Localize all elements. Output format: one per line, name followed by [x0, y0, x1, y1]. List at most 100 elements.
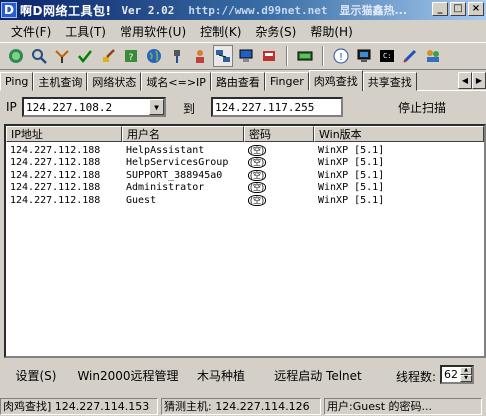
list-item[interactable]: 124.227.112.188 Guest (空) WinXP [5.1] [6, 194, 484, 207]
list-header: IP地址 用户名 密码 Win版本 [6, 126, 484, 142]
column-header-win-version[interactable]: Win版本 [314, 126, 484, 142]
svg-text:C:: C: [383, 52, 391, 60]
tab-strip: Ping 主机查询 网络状态 域名<=>IP 路由查看 Finger 肉鸡查找 … [0, 70, 486, 91]
check-icon[interactable] [75, 45, 95, 67]
toolbar-separator [286, 46, 288, 66]
earth-icon[interactable] [144, 45, 164, 67]
row-user: SUPPORT_388945a0 [126, 169, 223, 181]
ip-from-value: 124.227.108.2 [26, 100, 113, 114]
menu-misc[interactable]: 杂务(S) [248, 23, 303, 40]
status-panel-task: 肉鸡查找] 124.227.114.153 [0, 397, 158, 415]
stop-scan-button[interactable]: 停止扫描 [376, 96, 468, 118]
tab-scroll-left-button[interactable]: ◀ [458, 72, 472, 89]
title-bar[interactable]: D 啊D网络工具包! Ver 2.02 http://www.d99net.ne… [0, 0, 486, 20]
status-bar: 肉鸡查找] 124.227.114.153 猜测主机: 124.227.114.… [0, 396, 486, 416]
row-win: WinXP [5.1] [318, 144, 385, 156]
globe-icon[interactable] [6, 45, 26, 67]
svg-text:!: ! [339, 52, 343, 63]
settings-icon[interactable] [295, 45, 315, 67]
antenna-icon[interactable] [52, 45, 72, 67]
ticker-text: 显示猫鑫热... [339, 4, 408, 17]
brush-icon[interactable] [98, 45, 118, 67]
toolbar-separator [322, 46, 324, 66]
row-password: (空) [248, 182, 266, 194]
ip-range-row: IP 124.227.108.2 ▼ 到 124.227.117.255 停止扫… [0, 96, 486, 118]
row-win: WinXP [5.1] [318, 157, 385, 169]
menu-control[interactable]: 控制(K) [193, 23, 248, 40]
row-win: WinXP [5.1] [318, 194, 385, 206]
row-win: WinXP [5.1] [318, 182, 385, 194]
minimize-button[interactable]: _ [432, 2, 448, 16]
toolbar: ? ! C: [0, 42, 486, 70]
version-label: Ver 2.02 [121, 3, 175, 17]
menu-help[interactable]: 帮助(H) [303, 23, 359, 40]
trojan-plant-button[interactable]: 木马种植 [190, 364, 252, 386]
threads-value: 62 [444, 368, 458, 381]
maximize-button[interactable]: □ [450, 2, 466, 16]
tab-ping[interactable]: Ping [0, 72, 34, 91]
row-user: Administrator [126, 182, 205, 194]
chevron-down-icon[interactable]: ▼ [149, 99, 164, 115]
ip-to-field[interactable]: 124.227.117.255 [211, 97, 343, 117]
menu-bar: 文件(F) 工具(T) 常用软件(U) 控制(K) 杂务(S) 帮助(H) [0, 20, 486, 42]
console-icon[interactable]: C: [377, 45, 397, 67]
row-ip: 124.227.112.188 [10, 194, 101, 206]
remote-telnet-button[interactable]: 远程启动 Telnet [262, 364, 374, 386]
spin-up-icon[interactable]: ▲ [460, 367, 472, 375]
list-item[interactable]: 124.227.112.188 HelpServicesGroup (空) Wi… [6, 157, 484, 170]
row-password: (空) [248, 169, 266, 181]
row-password: (空) [248, 144, 266, 156]
menu-tools[interactable]: 工具(T) [58, 23, 113, 40]
row-ip: 124.227.112.188 [10, 182, 101, 194]
svg-text:?: ? [129, 53, 134, 63]
column-header-ip[interactable]: IP地址 [6, 126, 122, 142]
group-icon[interactable] [423, 45, 443, 67]
network-scan-icon[interactable] [213, 45, 233, 67]
help-book-icon[interactable]: ? [121, 45, 141, 67]
menu-file[interactable]: 文件(F) [4, 23, 58, 40]
network-cable-icon[interactable] [167, 45, 187, 67]
tab-host-query[interactable]: 主机查询 [33, 72, 88, 91]
win2000-remote-button[interactable]: Win2000远程管理 [76, 364, 180, 386]
ip-from-combobox[interactable]: 124.227.108.2 ▼ [22, 97, 166, 117]
tab-share-search[interactable]: 共享查找 [362, 72, 417, 91]
column-header-password[interactable]: 密码 [244, 126, 314, 142]
terminal-icon[interactable] [259, 45, 279, 67]
website-url: http://www.d99net.net [188, 3, 328, 17]
pen-icon[interactable] [400, 45, 420, 67]
row-password: (空) [248, 194, 266, 206]
threads-label: 线程数: [396, 370, 437, 384]
close-button[interactable]: × [468, 2, 484, 16]
ip-label: IP [6, 100, 17, 114]
list-item[interactable]: 124.227.112.188 SUPPORT_388945a0 (空) Win… [6, 169, 484, 182]
info-icon[interactable]: ! [331, 45, 351, 67]
tab-scroll-right-button[interactable]: ▶ [472, 72, 486, 89]
row-win: WinXP [5.1] [318, 169, 385, 181]
row-password: (空) [248, 157, 266, 169]
tab-broiler-search[interactable]: 肉鸡查找 [308, 70, 363, 91]
list-item[interactable]: 124.227.112.188 Administrator (空) WinXP … [6, 182, 484, 195]
computer-icon[interactable] [236, 45, 256, 67]
action-button-row: 设置(S) Win2000远程管理 木马种植 远程启动 Telnet 线程数: … [0, 362, 486, 386]
tab-network-status[interactable]: 网络状态 [87, 72, 142, 91]
menu-common-software[interactable]: 常用软件(U) [113, 23, 193, 40]
to-label: 到 [183, 102, 196, 116]
result-list[interactable]: IP地址 用户名 密码 Win版本 124.227.112.188 HelpAs… [4, 124, 486, 358]
tab-finger[interactable]: Finger [264, 72, 309, 91]
row-ip: 124.227.112.188 [10, 144, 101, 156]
tab-domain-ip[interactable]: 域名<=>IP [141, 72, 211, 91]
list-item[interactable]: 124.227.112.188 HelpAssistant (空) WinXP … [6, 144, 484, 157]
search-icon[interactable] [29, 45, 49, 67]
column-header-username[interactable]: 用户名 [122, 126, 244, 142]
row-ip: 124.227.112.188 [10, 169, 101, 181]
tab-route[interactable]: 路由查看 [210, 72, 265, 91]
spin-down-icon[interactable]: ▼ [460, 374, 472, 382]
settings-button[interactable]: 设置(S) [6, 364, 66, 386]
row-ip: 124.227.112.188 [10, 157, 101, 169]
row-user: Guest [126, 194, 157, 206]
status-panel-host: 猜测主机: 124.227.114.126 [161, 397, 321, 415]
monitor-icon[interactable] [354, 45, 374, 67]
user-icon[interactable] [190, 45, 210, 67]
threads-spinbox[interactable]: 62 ▲ ▼ [440, 365, 474, 384]
ip-to-value: 124.227.117.255 [215, 100, 315, 114]
